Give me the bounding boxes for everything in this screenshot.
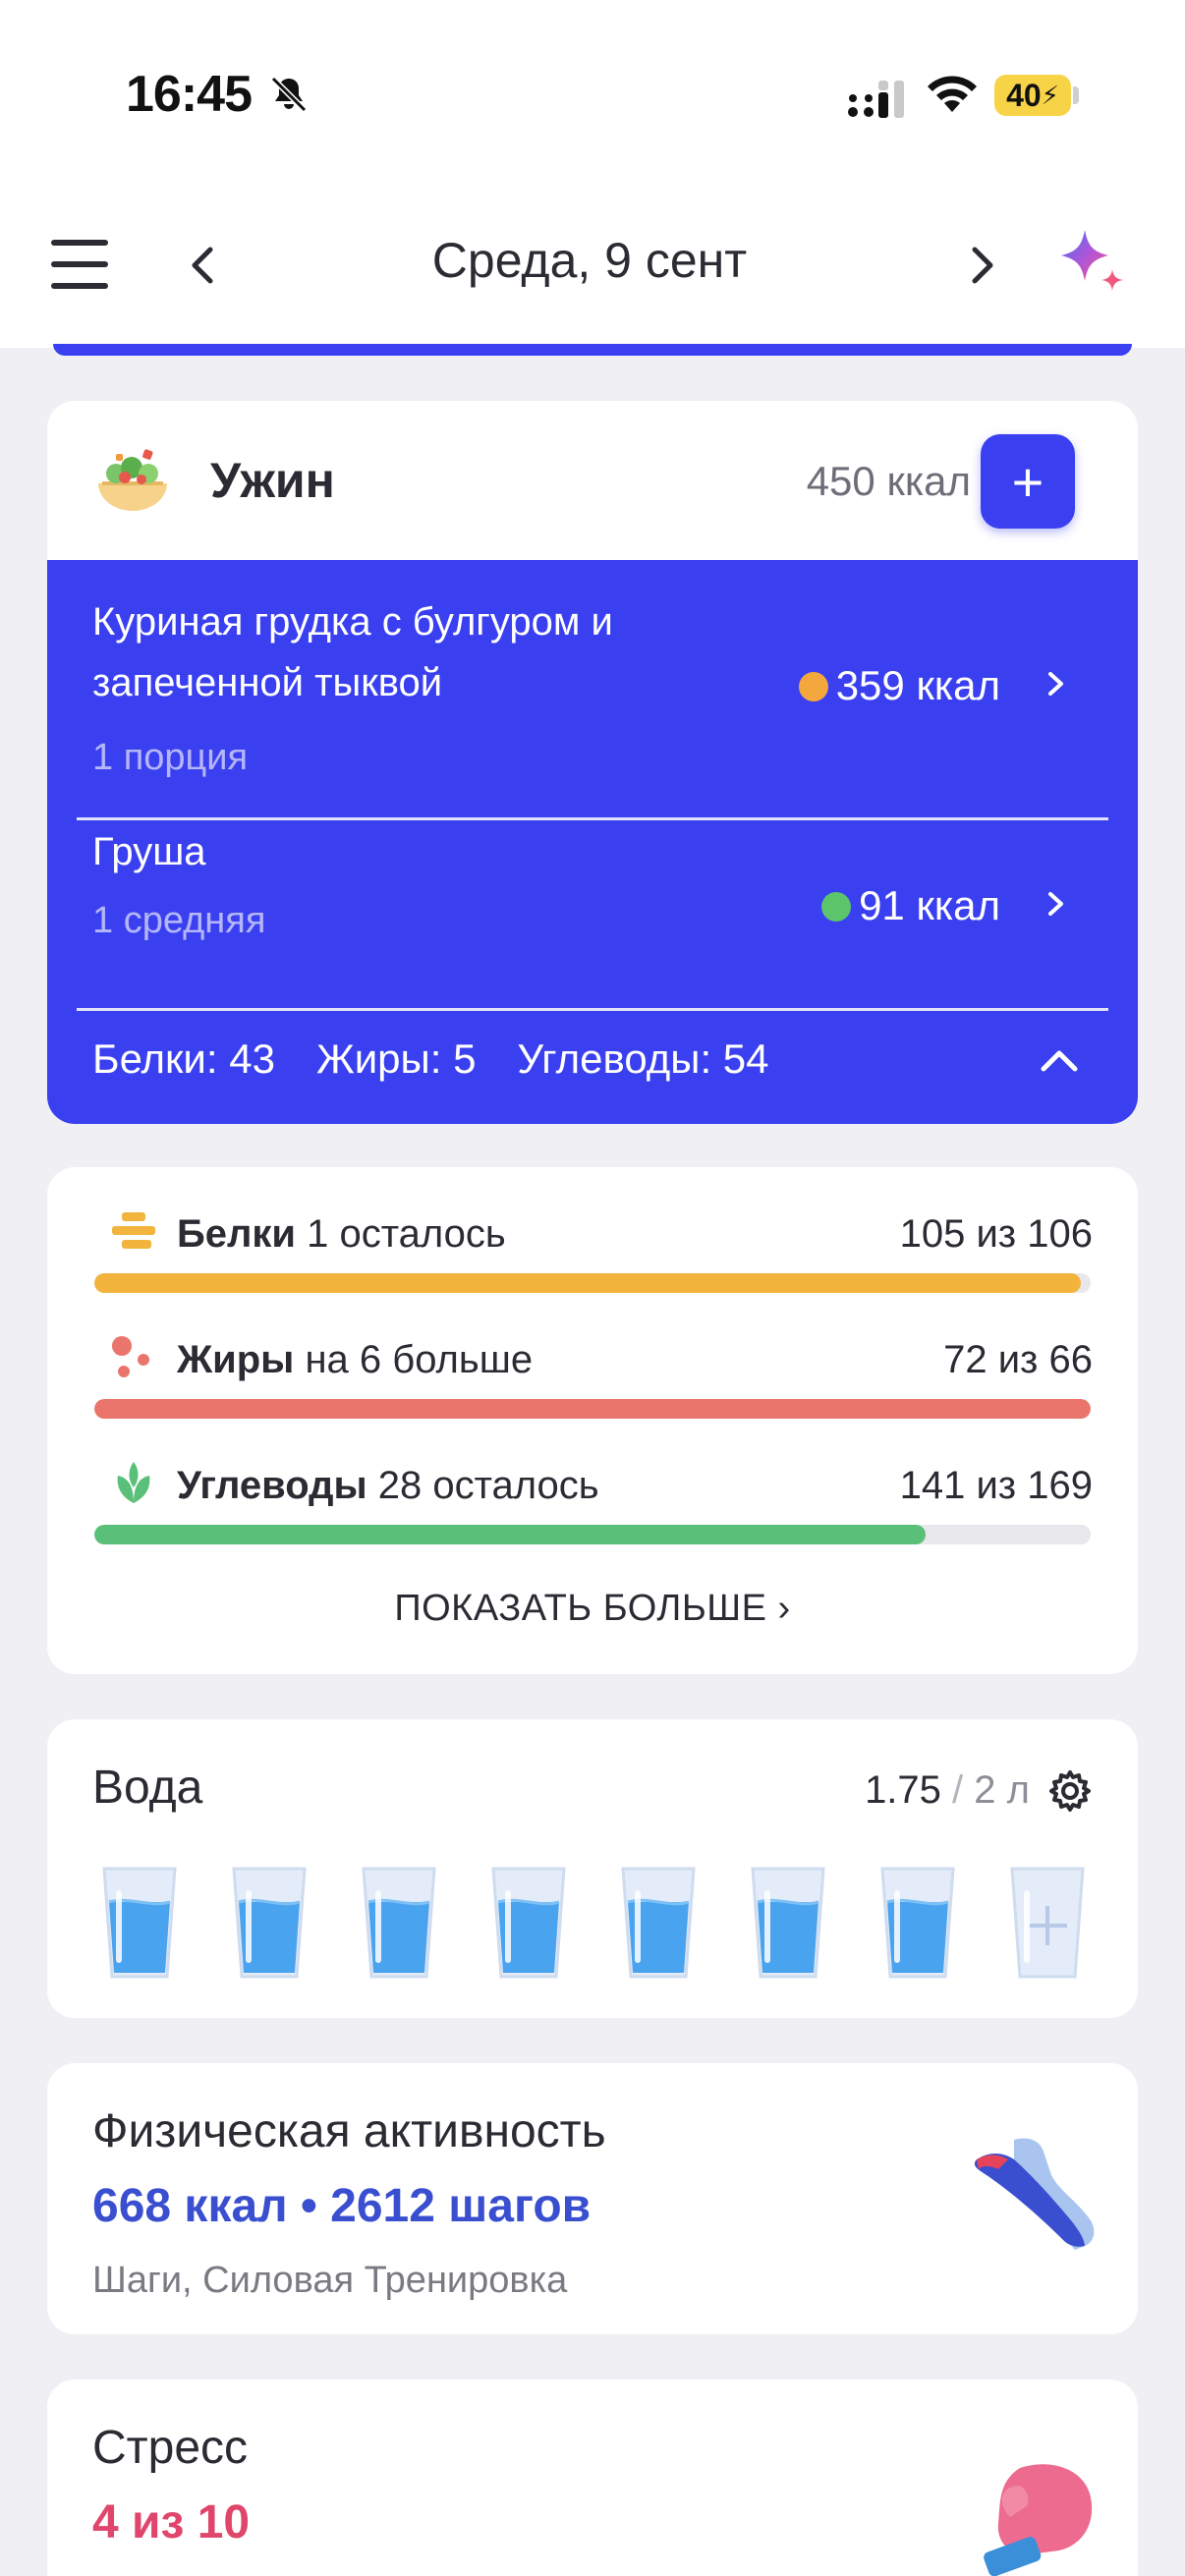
menu-icon[interactable] <box>51 236 110 295</box>
activity-subtitle: Шаги, Силовая Тренировка <box>92 2260 568 2301</box>
divider <box>77 817 1108 820</box>
nutrient-status: 28 осталось <box>377 1464 599 1507</box>
chevron-left-icon[interactable] <box>183 240 222 291</box>
macro-carbs: Углеводы: 54 <box>517 1036 769 1082</box>
nutrient-value: 105 из 106 <box>899 1212 1093 1256</box>
nutrient-label: Углеводы 28 осталось <box>177 1464 599 1508</box>
status-time: 16:45 <box>126 66 253 123</box>
food-item[interactable]: Груша 1 средняя 91 ккал <box>47 821 1138 1008</box>
nutrient-value: 72 из 66 <box>943 1338 1093 1381</box>
battery-charging-icon: 40 ⚡ <box>994 75 1071 116</box>
bell-slash-icon <box>270 76 308 113</box>
food-portion: 1 порция <box>92 737 249 778</box>
nutrient-row-carbs[interactable]: Углеводы 28 осталось 141 из 169 <box>47 1458 1138 1556</box>
show-more-button[interactable]: ПОКАЗАТЬ БОЛЬШЕ › <box>47 1588 1138 1630</box>
water-glass-full-icon[interactable] <box>360 1863 438 1983</box>
nutrient-progress-fill <box>94 1399 1091 1419</box>
nutrient-label: Жиры на 6 больше <box>177 1338 533 1382</box>
food-kcal-value: 91 ккал <box>859 882 1000 928</box>
nutrient-progress-bar <box>94 1525 1091 1544</box>
activity-title: Физическая активность <box>92 2105 606 2157</box>
add-food-button[interactable]: + <box>981 434 1075 529</box>
chevron-right-icon[interactable] <box>1042 664 1071 703</box>
status-bar: 16:45 40 ⚡ <box>0 0 1185 196</box>
meal-macros: Белки: 43 Жиры: 5 Углеводы: 54 <box>92 1036 811 1083</box>
leaf-icon <box>117 1462 150 1503</box>
meal-items-list: Куриная грудка с булгуром и запеченной т… <box>47 560 1138 1124</box>
water-glass-full-icon[interactable] <box>100 1863 179 1983</box>
water-consumed: 1.75 <box>865 1768 941 1812</box>
food-portion: 1 средняя <box>92 900 266 941</box>
stress-card[interactable]: Стресс 4 из 10 <box>47 2380 1138 2576</box>
food-name: Груша <box>92 830 206 873</box>
food-kcal: 359 ккал <box>764 662 1000 709</box>
water-goal: 2 л <box>974 1768 1030 1812</box>
food-item[interactable]: Куриная грудка с булгуром и запеченной т… <box>47 560 1138 810</box>
wifi-icon <box>928 76 977 112</box>
water-title: Вода <box>92 1762 203 1814</box>
green-apple-icon <box>821 892 852 922</box>
nutrient-name: Углеводы <box>177 1464 367 1507</box>
food-kcal: 91 ккал <box>764 882 1000 929</box>
protein-icon <box>112 1212 155 1249</box>
nutrient-progress-fill <box>94 1525 926 1544</box>
water-glass-full-icon[interactable] <box>230 1863 309 1983</box>
nutrient-row-fat[interactable]: Жиры на 6 больше 72 из 66 <box>47 1332 1138 1430</box>
nutrient-value: 141 из 169 <box>899 1464 1093 1507</box>
sparkle-icon[interactable] <box>1055 226 1130 301</box>
nutrient-name: Жиры <box>177 1338 295 1381</box>
divider <box>77 1008 1108 1011</box>
nutrient-name: Белки <box>177 1212 297 1256</box>
water-glass-full-icon[interactable] <box>619 1863 698 1983</box>
date-title[interactable]: Среда, 9 сент <box>324 232 855 289</box>
nutrient-label: Белки 1 осталось <box>177 1212 506 1257</box>
chevron-right-icon[interactable] <box>1042 884 1071 924</box>
food-name-line: Куриная грудка с булгуром и <box>92 600 613 644</box>
boxing-glove-icon <box>984 2464 1093 2576</box>
salad-bowl-icon <box>98 449 167 511</box>
food-name: Куриная грудка с булгуром и запеченной т… <box>92 591 613 713</box>
water-card: Вода 1.75 / 2 л <box>47 1719 1138 2018</box>
water-amount: 1.75 / 2 л <box>735 1768 1030 1813</box>
nutrient-row-protein[interactable]: Белки 1 осталось 105 из 106 <box>47 1206 1138 1305</box>
activity-card[interactable]: Физическая активность 668 ккал • 2612 ша… <box>47 2063 1138 2334</box>
stress-title: Стресс <box>92 2422 249 2474</box>
nutrient-progress-bar <box>94 1399 1091 1419</box>
date-header: Среда, 9 сент <box>0 196 1185 348</box>
water-separator: / <box>952 1768 964 1812</box>
stress-value: 4 из 10 <box>92 2496 251 2548</box>
chevron-up-icon[interactable] <box>1038 1043 1081 1079</box>
water-glass-full-icon[interactable] <box>749 1863 827 1983</box>
nutrients-card: Белки 1 осталось 105 из 106 Жиры на 6 бо… <box>47 1167 1138 1674</box>
meal-title: Ужин <box>210 453 335 508</box>
dinner-card: Ужин 450 ккал + Куриная грудка с булгуро… <box>47 401 1138 1124</box>
nutrient-status: на 6 больше <box>305 1338 534 1381</box>
water-glass-full-icon[interactable] <box>878 1863 957 1983</box>
food-name-line: запеченной тыквой <box>92 661 443 704</box>
nutrient-progress-bar <box>94 1273 1091 1293</box>
nutrient-progress-fill <box>94 1273 1081 1293</box>
sneaker-icon <box>974 2138 1095 2250</box>
macro-protein: Белки: 43 <box>92 1036 275 1082</box>
nutrient-status: 1 осталось <box>307 1212 506 1256</box>
meal-kcal: 450 ккал <box>806 458 971 504</box>
gear-icon[interactable] <box>1047 1768 1093 1814</box>
activity-stats: 668 ккал • 2612 шагов <box>92 2180 592 2232</box>
previous-meal-card-edge <box>53 344 1132 356</box>
battery-level: 40 <box>1006 77 1042 113</box>
macro-fat: Жиры: 5 <box>315 1036 477 1082</box>
fat-icon <box>112 1336 149 1377</box>
food-kcal-value: 359 ккал <box>835 662 1000 708</box>
orange-fruit-icon <box>798 672 828 701</box>
water-glass-add-icon[interactable] <box>1008 1863 1087 1983</box>
water-glass-full-icon[interactable] <box>489 1863 568 1983</box>
chevron-right-icon[interactable] <box>963 240 1002 291</box>
cellular-signal-icon <box>848 81 904 118</box>
battery-tip <box>1073 86 1079 104</box>
